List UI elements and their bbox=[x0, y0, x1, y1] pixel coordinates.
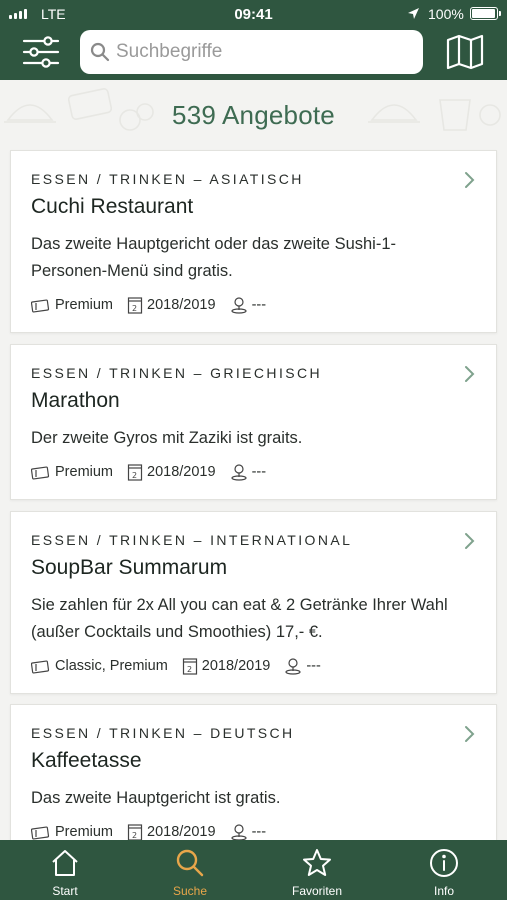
offer-card[interactable]: ESSEN / TRINKEN – DEUTSCH Kaffeetasse Da… bbox=[10, 704, 497, 840]
chevron-right-icon bbox=[465, 726, 475, 742]
offers-list[interactable]: 539 Angebote ESSEN / TRINKEN – ASIATISCH… bbox=[0, 80, 507, 840]
offer-season: 2018/2019 bbox=[147, 464, 216, 480]
star-icon bbox=[303, 849, 331, 876]
ticket-icon bbox=[31, 299, 50, 313]
battery-level bbox=[472, 9, 495, 18]
filter-button[interactable] bbox=[22, 34, 60, 70]
chevron-right-icon bbox=[465, 533, 475, 549]
bottom-tab-bar: Start Suche Favoriten Info bbox=[0, 840, 507, 900]
offer-season: 2018/2019 bbox=[201, 658, 271, 674]
offer-card[interactable]: ESSEN / TRINKEN – GRIECHISCH Marathon De… bbox=[10, 344, 497, 500]
map-icon bbox=[446, 34, 484, 70]
chevron-right-icon bbox=[465, 366, 475, 382]
offer-distance: --- bbox=[251, 464, 267, 480]
offer-meta: Premium 2 2018/2019 --- bbox=[31, 296, 280, 314]
offer-season: 2018/2019 bbox=[147, 824, 216, 840]
calendar-icon: 2 bbox=[127, 464, 143, 481]
offer-meta: Classic, Premium 2 2018/2019 --- bbox=[31, 657, 335, 675]
offer-membership: Premium bbox=[55, 464, 114, 480]
app-header: LTE 09:41 100% bbox=[0, 0, 507, 80]
ticket-icon bbox=[31, 660, 50, 674]
svg-text:2: 2 bbox=[132, 831, 137, 840]
tab-label: Info bbox=[433, 884, 454, 898]
location-pin-icon bbox=[285, 658, 301, 675]
offer-description: Das zweite Hauptgericht oder das zweite … bbox=[31, 235, 397, 280]
location-pin-icon bbox=[230, 824, 247, 840]
location-pin-icon bbox=[230, 464, 247, 481]
offer-membership: Premium bbox=[55, 824, 114, 840]
offer-category: ESSEN / TRINKEN – ASIATISCH bbox=[31, 171, 304, 187]
offer-description: Der zweite Gyros mit Zaziki ist graits. bbox=[31, 429, 303, 447]
search-input[interactable] bbox=[116, 36, 411, 68]
tab-label: Suche bbox=[172, 884, 208, 898]
tab-suche[interactable]: Suche bbox=[127, 840, 253, 900]
calendar-icon: 2 bbox=[127, 297, 143, 314]
info-icon bbox=[430, 849, 458, 877]
tab-start[interactable]: Start bbox=[2, 840, 128, 900]
battery-percent: 100% bbox=[428, 6, 464, 22]
offer-description: Das zweite Hauptgericht ist gratis. bbox=[31, 789, 281, 807]
offer-distance: --- bbox=[251, 297, 267, 313]
offer-name: SoupBar Summarum bbox=[31, 556, 228, 579]
location-pin-icon bbox=[230, 297, 247, 314]
offer-membership: Classic, Premium bbox=[55, 658, 168, 674]
offer-membership: Premium bbox=[55, 297, 114, 313]
tab-info[interactable]: Info bbox=[381, 840, 507, 900]
offer-meta: Premium 2 2018/2019 --- bbox=[31, 823, 280, 840]
ticket-icon bbox=[31, 466, 50, 480]
tab-favoriten[interactable]: Favoriten bbox=[254, 840, 380, 900]
location-arrow-icon bbox=[408, 8, 419, 19]
battery-icon bbox=[470, 7, 501, 20]
offer-description: Sie zahlen für 2x All you can eat & 2 Ge… bbox=[31, 596, 448, 641]
map-view-button[interactable] bbox=[445, 34, 485, 70]
offer-category: ESSEN / TRINKEN – INTERNATIONAL bbox=[31, 532, 353, 548]
svg-text:2: 2 bbox=[132, 471, 137, 480]
tab-label: Start bbox=[52, 884, 78, 898]
filter-sliders-icon bbox=[22, 36, 60, 68]
calendar-icon: 2 bbox=[127, 824, 143, 840]
offer-name: Marathon bbox=[31, 389, 120, 412]
offer-category: ESSEN / TRINKEN – DEUTSCH bbox=[31, 725, 295, 741]
search-bar[interactable] bbox=[80, 30, 423, 74]
offer-distance: --- bbox=[251, 824, 267, 840]
offer-category: ESSEN / TRINKEN – GRIECHISCH bbox=[31, 365, 322, 381]
home-icon bbox=[52, 850, 78, 876]
offer-meta: Premium 2 2018/2019 --- bbox=[31, 463, 280, 481]
tab-label: Favoriten bbox=[291, 884, 343, 898]
offer-distance: --- bbox=[306, 658, 321, 674]
offer-card[interactable]: ESSEN / TRINKEN – INTERNATIONAL SoupBar … bbox=[10, 511, 497, 694]
offer-season: 2018/2019 bbox=[147, 297, 216, 313]
search-icon bbox=[176, 849, 204, 877]
calendar-icon: 2 bbox=[182, 658, 197, 675]
status-bar: LTE 09:41 100% bbox=[0, 0, 507, 28]
ticket-icon bbox=[31, 826, 50, 840]
results-count: 539 Angebote bbox=[172, 100, 335, 130]
chevron-right-icon bbox=[465, 172, 475, 188]
svg-text:2: 2 bbox=[132, 304, 137, 313]
search-icon bbox=[90, 42, 110, 62]
offer-name: Cuchi Restaurant bbox=[31, 195, 194, 218]
offer-name: Kaffeetasse bbox=[31, 749, 142, 772]
svg-text:2: 2 bbox=[187, 665, 192, 674]
offer-card[interactable]: ESSEN / TRINKEN – ASIATISCH Cuchi Restau… bbox=[10, 150, 497, 333]
